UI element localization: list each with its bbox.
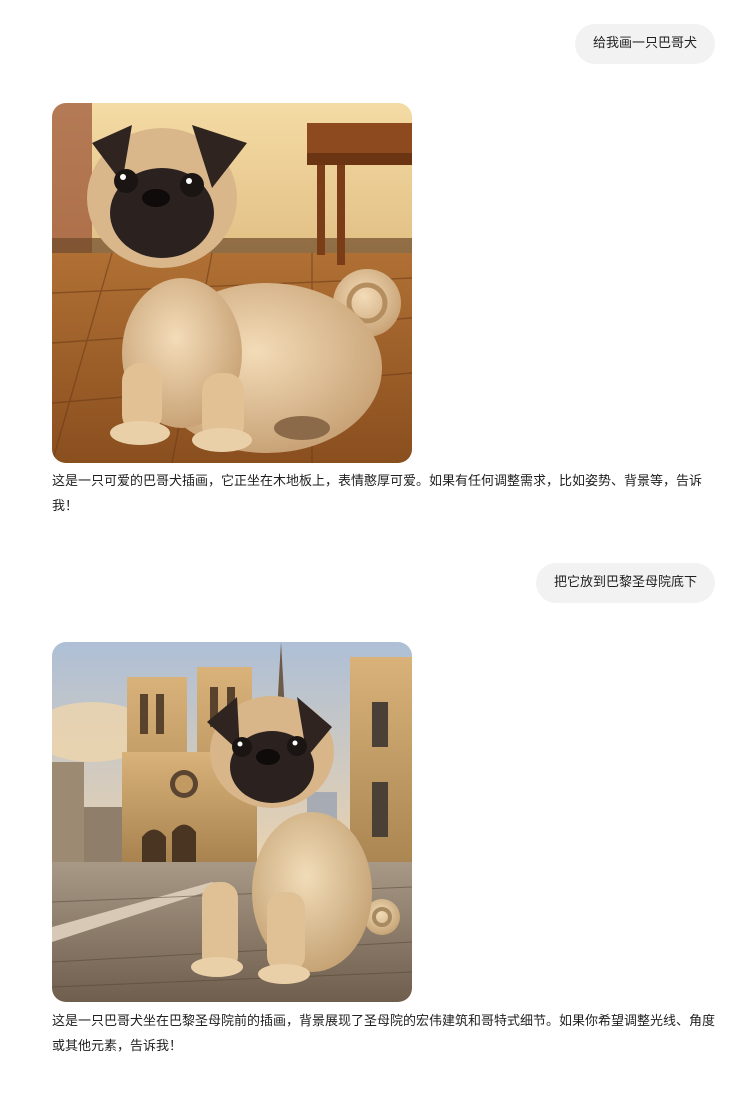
- assistant-reply-text: 这是一只巴哥犬坐在巴黎圣母院前的插画，背景展现了圣母院的宏伟建筑和哥特式细节。如…: [52, 1014, 716, 1054]
- assistant-reply-text: 这是一只可爱的巴哥犬插画，它正坐在木地板上，表情憨厚可爱。如果有任何调整需求，比…: [52, 474, 703, 514]
- generated-image-pug-floor[interactable]: [52, 103, 412, 463]
- user-message-bubble: 给我画一只巴哥犬: [574, 24, 715, 64]
- user-message-bubble: 把它放到巴黎圣母院底下: [535, 563, 715, 603]
- generated-image-pug-notre-dame[interactable]: [52, 642, 412, 1002]
- user-message-text: 把它放到巴黎圣母院底下: [553, 575, 697, 590]
- user-message-text: 给我画一只巴哥犬: [592, 36, 697, 51]
- pug-notre-dame-illustration: [52, 642, 412, 1002]
- pug-floor-illustration: [52, 103, 412, 463]
